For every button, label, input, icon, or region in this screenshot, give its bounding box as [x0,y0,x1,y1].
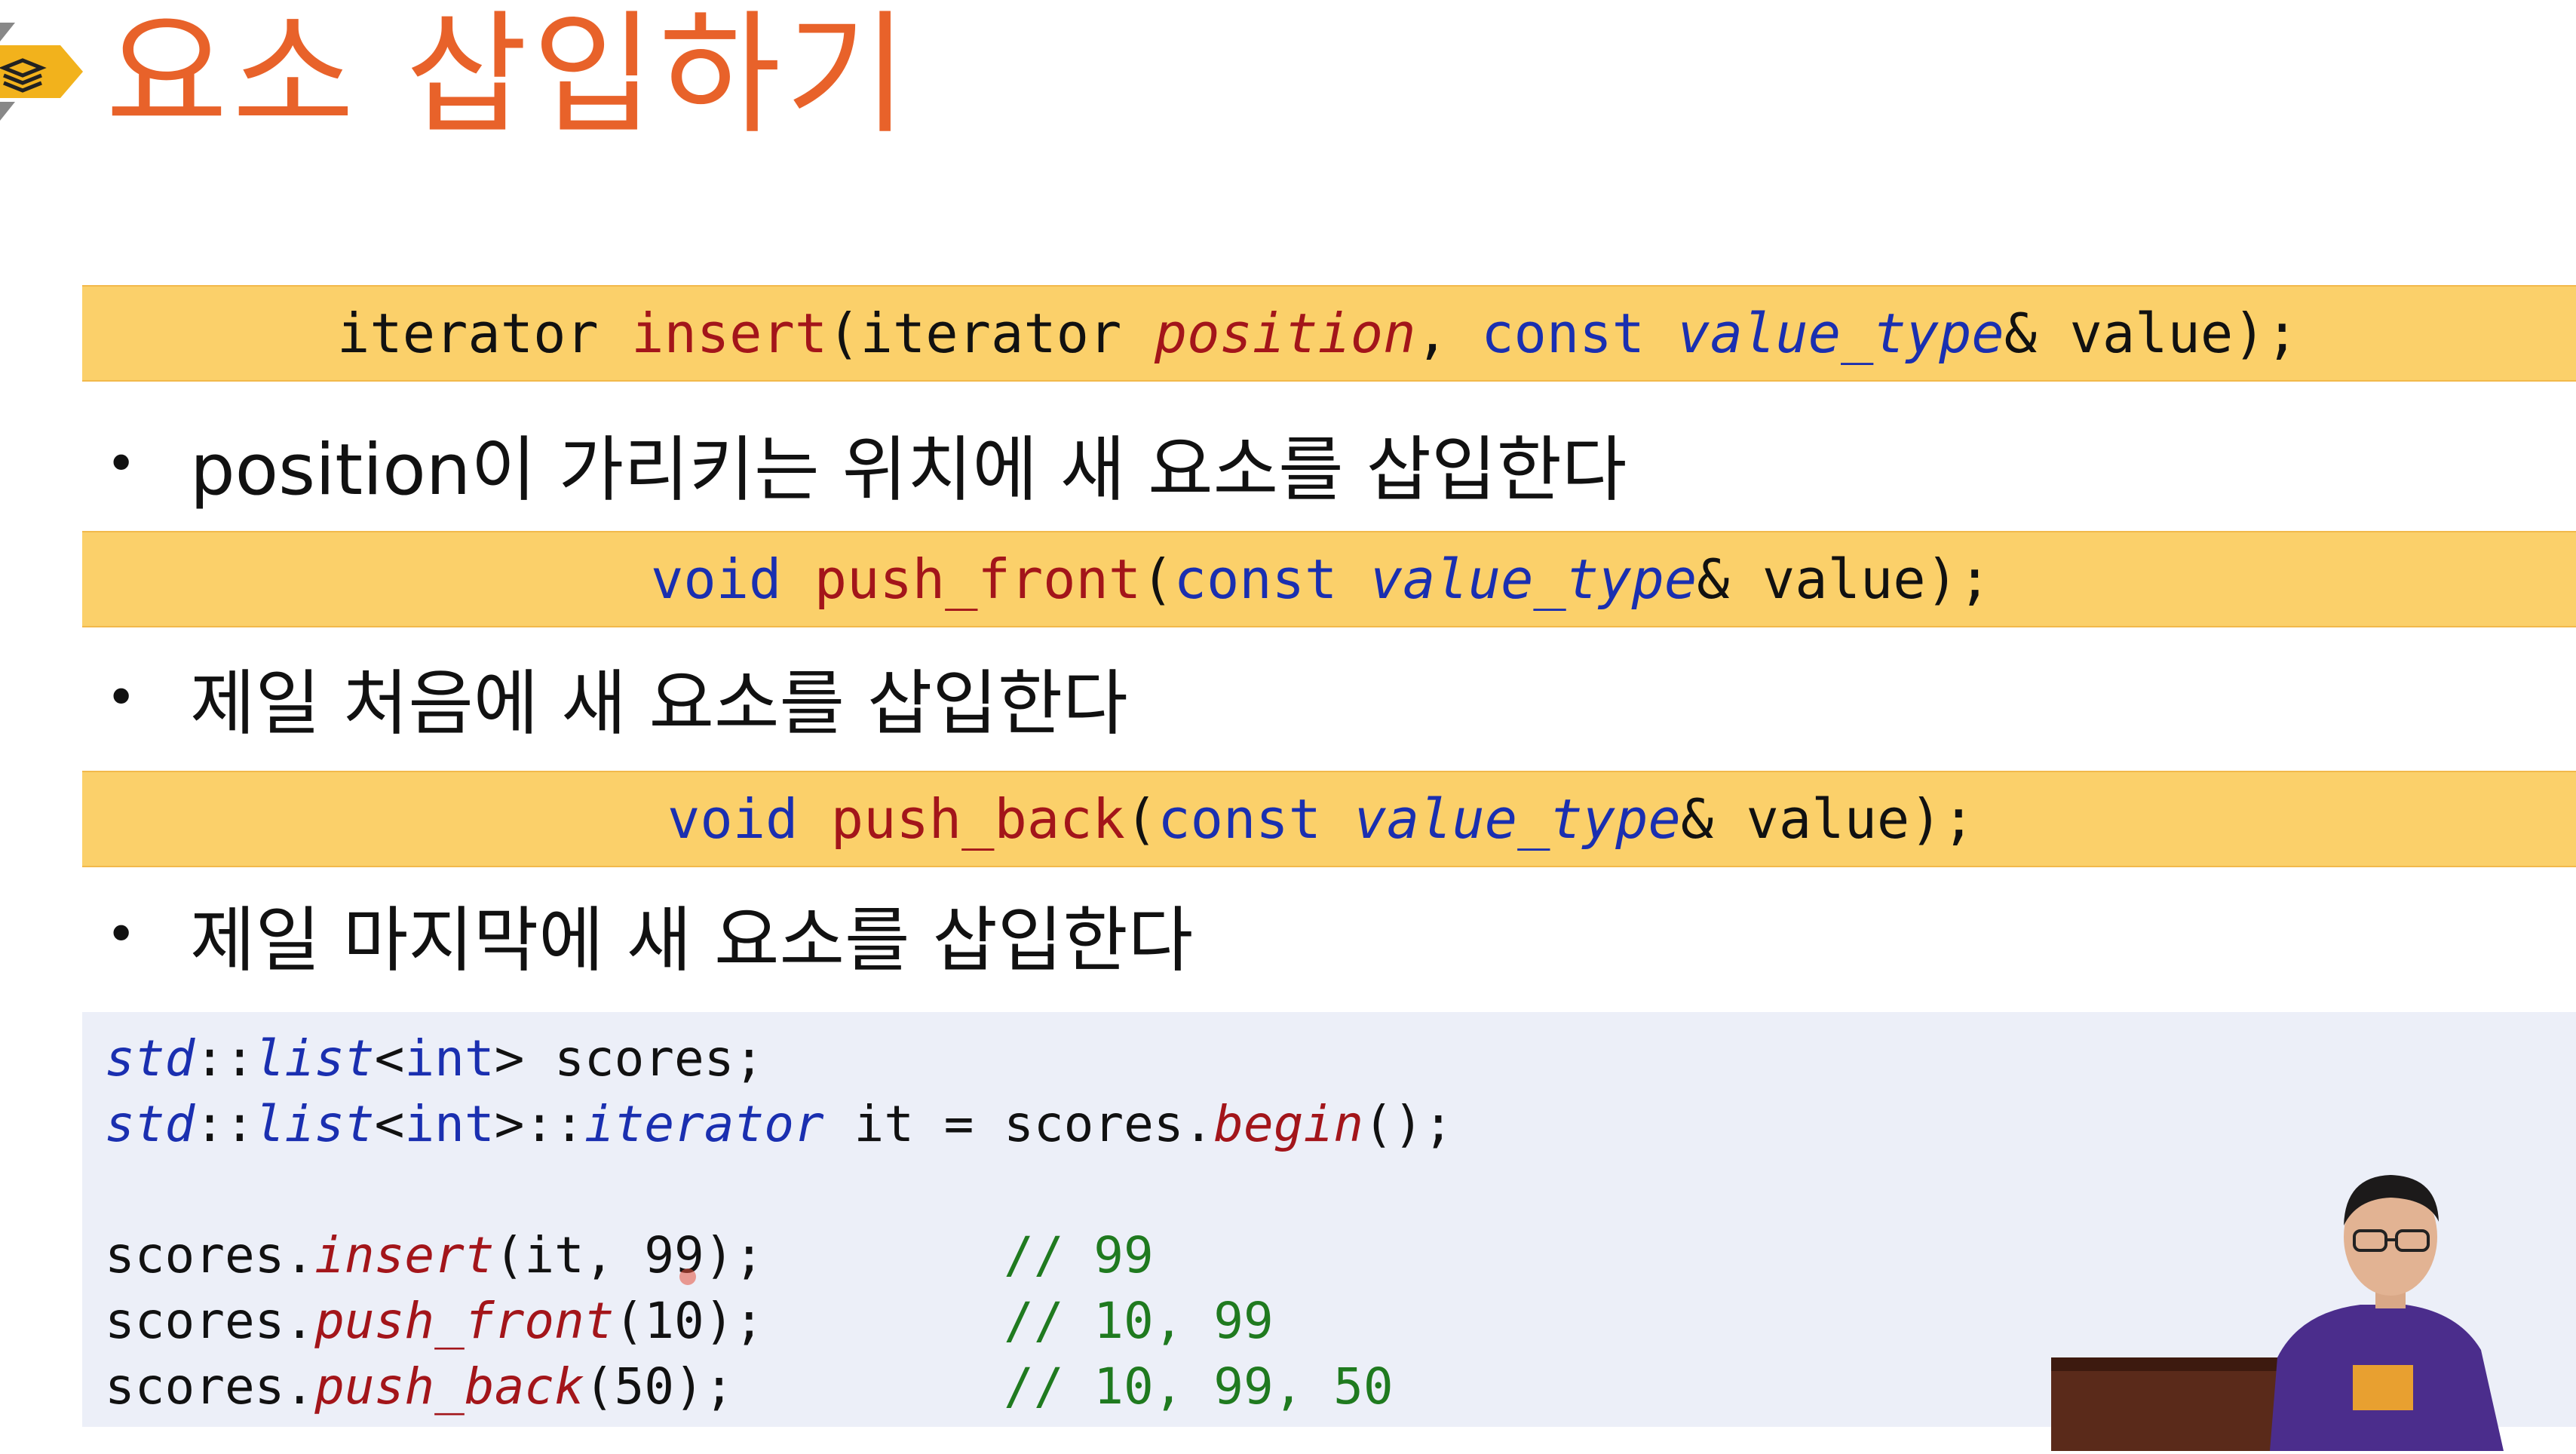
code-token: int [404,1029,495,1087]
insert-signature: iterator insert (iterator position, const… [82,285,2576,382]
code-token: list [254,1095,375,1153]
code-token: scores. [105,1292,315,1350]
push-front-signature: void push_front(const value_type & value)… [82,531,2576,627]
code-token: push_front [314,1292,615,1350]
code-token: std [105,1095,195,1153]
code-token: list [254,1029,375,1087]
code-token: ( [1124,787,1158,851]
bullet-text: 제일 마지막에 새 요소를 삽입한다 [190,900,1194,982]
push-back-signature: void push_back(const value_type & value); [82,771,2576,867]
code-token: begin [1213,1095,1363,1153]
code-line: std::list<int> scores; [105,1026,2576,1091]
code-token: const [1481,302,1678,365]
bullet-dot: • [106,903,137,965]
bullet-push-back: • 제일 마지막에 새 요소를 삽입한다 [106,887,1193,982]
slide-title: 요소 삽입하기 [106,0,912,152]
code-token: value_type [1369,548,1697,611]
code-token: & value); [2004,302,2298,365]
bullet-push-front: • 제일 처음에 새 요소를 삽입한다 [106,650,1128,745]
code-token: const [1173,548,1370,611]
code-token: push_front [814,548,1142,611]
bullet-insert: • position이 가리키는 위치에 새 요소를 삽입한다 [106,416,1627,511]
code-token: // 10, 99, 50 [1004,1357,1394,1416]
code-token: scores. [105,1357,315,1416]
code-token: value_type [1677,302,2004,365]
code-token: // 99 [1004,1226,1154,1284]
code-token: (10); [614,1292,1004,1350]
code-token: < [374,1095,405,1153]
code-token: , [1415,302,1482,365]
pointer-dot [679,1268,696,1285]
code-token: push_back [314,1357,584,1416]
code-token: iterator [584,1095,824,1153]
code-token: ( [1141,548,1174,611]
code-token: (50); [584,1357,1004,1416]
code-token: (); [1363,1095,1454,1153]
code-token: iterator [337,302,632,365]
code-token: // 10, 99 [1004,1292,1274,1350]
code-token: void [667,787,831,851]
code-token: int [404,1095,495,1153]
code-token: std [105,1029,195,1087]
code-token: (it, 99); [494,1226,1004,1284]
code-token: < [374,1029,405,1087]
code-token: & value); [1697,548,1992,611]
code-token: it = scores. [823,1095,1214,1153]
bullet-text: position이 가리키는 위치에 새 요소를 삽입한다 [190,429,1627,511]
code-token: > scores; [494,1029,765,1087]
code-token: insert [631,302,828,365]
code-token: const [1158,787,1354,851]
code-token: (iterator [827,302,1155,365]
bullet-dot: • [106,433,137,495]
bullet-dot: • [106,667,137,729]
code-token: >:: [494,1095,584,1153]
code-token: insert [314,1226,495,1284]
code-token: push_back [830,787,1125,851]
code-token: position [1154,302,1416,365]
code-token: :: [195,1029,255,1087]
code-token: & value); [1680,787,1975,851]
bullet-text: 제일 처음에 새 요소를 삽입한다 [190,663,1128,745]
code-token: :: [195,1095,255,1153]
code-token: scores. [105,1226,315,1284]
code-token: void [651,548,814,611]
course-logo-icon [0,23,83,121]
presenter-video [2051,1124,2576,1451]
code-token: value_type [1354,787,1681,851]
